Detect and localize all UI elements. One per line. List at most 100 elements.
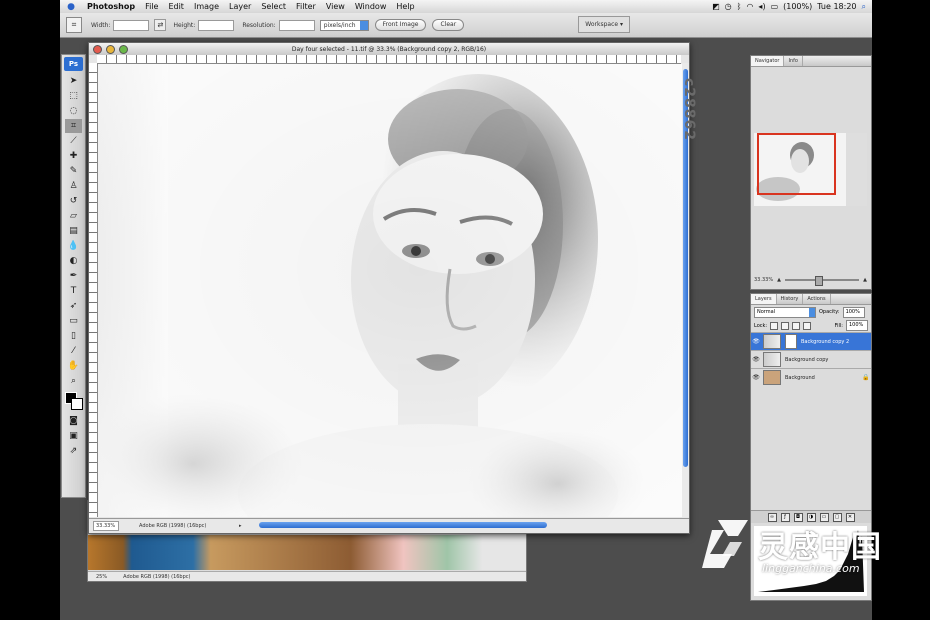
navigator-zoom-slider[interactable] bbox=[784, 276, 860, 286]
background-color[interactable] bbox=[70, 398, 83, 410]
menu-image[interactable]: Image bbox=[189, 2, 224, 11]
layer-row-background[interactable]: 👁 Background 🔒 bbox=[751, 368, 871, 386]
blur-tool-icon[interactable]: 💧 bbox=[65, 239, 82, 253]
tab-navigator[interactable]: Navigator bbox=[751, 56, 785, 66]
navigator-zoom-knob[interactable] bbox=[814, 276, 823, 286]
width-field[interactable] bbox=[113, 19, 150, 31]
marquee-tool-icon[interactable]: ⬚ bbox=[65, 89, 82, 103]
menu-select[interactable]: Select bbox=[256, 2, 291, 11]
brush-tool-icon[interactable]: ✎ bbox=[65, 164, 82, 178]
visibility-eye-icon[interactable]: 👁 bbox=[751, 338, 761, 345]
healing-brush-icon[interactable]: ✚ bbox=[65, 149, 82, 163]
layer-row-background-copy[interactable]: 👁 Background copy bbox=[751, 350, 871, 368]
visibility-eye-icon[interactable]: 👁 bbox=[751, 356, 761, 363]
document-window[interactable]: Day four selected - 11.tif @ 33.3% (Back… bbox=[88, 42, 690, 534]
zoom-out-icon[interactable]: ▲ bbox=[777, 277, 781, 283]
lock-position-icon[interactable] bbox=[792, 321, 801, 330]
lasso-tool-icon[interactable]: ◌ bbox=[65, 104, 82, 118]
color-swatches[interactable] bbox=[64, 392, 83, 410]
vertical-ruler[interactable] bbox=[89, 63, 98, 517]
menu-app-name[interactable]: Photoshop bbox=[82, 2, 140, 11]
background-document-zoom[interactable]: 25% bbox=[96, 574, 107, 580]
menu-window[interactable]: Window bbox=[350, 2, 392, 11]
battery-icon[interactable]: ▭ bbox=[771, 2, 779, 11]
fill-label: Fill: bbox=[834, 322, 843, 329]
menu-filter[interactable]: Filter bbox=[291, 2, 321, 11]
zoom-in-icon[interactable]: ▲ bbox=[863, 277, 867, 283]
horizontal-ruler[interactable] bbox=[97, 55, 681, 64]
volume-icon[interactable]: ◂) bbox=[758, 2, 765, 11]
crop-tool-preset-icon[interactable]: ⌗ bbox=[66, 17, 82, 33]
layers-tabs: Layers History Actions bbox=[751, 294, 871, 305]
height-field[interactable] bbox=[198, 19, 235, 31]
ps-logo-icon[interactable]: Ps bbox=[64, 57, 83, 71]
quick-mask-icon[interactable]: ◙ bbox=[65, 414, 82, 428]
resolution-field[interactable] bbox=[278, 19, 315, 31]
jump-to-imageready-icon[interactable]: ⇗ bbox=[65, 444, 82, 458]
tab-info[interactable]: Info bbox=[784, 56, 803, 66]
menubar-clock[interactable]: Tue 18:20 bbox=[817, 2, 856, 11]
fill-field[interactable]: 100% bbox=[846, 320, 868, 331]
blend-mode-select[interactable]: Normal bbox=[754, 306, 816, 318]
navigator-zoom-value[interactable]: 33.33% bbox=[754, 277, 773, 283]
layer-row-background-copy-2[interactable]: 👁 Background copy 2 bbox=[751, 332, 871, 350]
workspace-button[interactable]: Workspace ▾ bbox=[578, 16, 630, 33]
eraser-tool-icon[interactable]: ▱ bbox=[65, 209, 82, 223]
clone-stamp-icon[interactable]: ♙ bbox=[65, 179, 82, 193]
move-tool-icon[interactable]: ➤ bbox=[65, 74, 82, 88]
menu-help[interactable]: Help bbox=[391, 2, 419, 11]
spotlight-icon[interactable]: ⌕ bbox=[862, 2, 866, 12]
slice-tool-icon[interactable]: ⟋ bbox=[65, 134, 82, 148]
clock-icon[interactable]: ◷ bbox=[725, 2, 732, 11]
eyedropper-tool-icon[interactable]: ⁄ bbox=[65, 344, 82, 358]
lock-all-icon[interactable] bbox=[803, 321, 812, 330]
status-menu-arrow-icon[interactable]: ▸ bbox=[239, 523, 242, 529]
shape-tool-icon[interactable]: ▭ bbox=[65, 314, 82, 328]
hand-tool-icon[interactable]: ✋ bbox=[65, 359, 82, 373]
background-document-image bbox=[88, 535, 526, 570]
tab-history[interactable]: History bbox=[777, 294, 804, 304]
menu-file[interactable]: File bbox=[140, 2, 163, 11]
dodge-tool-icon[interactable]: ◐ bbox=[65, 254, 82, 268]
layer-lock-icon: 🔒 bbox=[862, 374, 870, 381]
gradient-tool-icon[interactable]: ▤ bbox=[65, 224, 82, 238]
front-image-button[interactable]: Front Image bbox=[374, 19, 427, 31]
menu-view[interactable]: View bbox=[321, 2, 350, 11]
wifi-icon[interactable]: ◠ bbox=[746, 2, 753, 11]
menu-layer[interactable]: Layer bbox=[224, 2, 256, 11]
bluetooth-icon[interactable]: ᛒ bbox=[737, 2, 742, 11]
side-watermark: c28862 bbox=[681, 78, 697, 142]
pen-tool-icon[interactable]: ✒ bbox=[65, 269, 82, 283]
navigator-view-proxy[interactable] bbox=[757, 133, 836, 195]
clear-button[interactable]: Clear bbox=[432, 19, 465, 31]
tab-actions[interactable]: Actions bbox=[803, 294, 831, 304]
tab-layers[interactable]: Layers bbox=[751, 294, 777, 304]
screen-mode-icon[interactable]: ▣ bbox=[65, 429, 82, 443]
swap-dimensions-icon[interactable]: ⇄ bbox=[154, 19, 167, 31]
path-selection-icon[interactable]: ➶ bbox=[65, 299, 82, 313]
document-zoom-field[interactable]: 33.33% bbox=[93, 521, 119, 531]
visibility-eye-icon[interactable]: 👁 bbox=[751, 374, 761, 381]
crop-tool-icon[interactable]: ⌗ bbox=[65, 119, 82, 133]
apple-menu-icon[interactable]: ● bbox=[60, 2, 82, 12]
type-tool-icon[interactable]: T bbox=[65, 284, 82, 298]
image-canvas[interactable] bbox=[98, 64, 682, 517]
horizontal-scroll-thumb[interactable] bbox=[259, 522, 547, 528]
document-info[interactable]: Adobe RGB (1998) (16bpc) bbox=[139, 523, 239, 529]
resolution-label: Resolution: bbox=[242, 21, 276, 29]
zoom-tool-icon[interactable]: ⌕ bbox=[65, 374, 82, 388]
menu-edit[interactable]: Edit bbox=[163, 2, 189, 11]
layer-mask-thumbnail[interactable] bbox=[785, 334, 797, 349]
navigator-zoom-row: 33.33% ▲ ▲ bbox=[754, 275, 867, 286]
notes-tool-icon[interactable]: ▯ bbox=[65, 329, 82, 343]
lock-transparency-icon[interactable] bbox=[770, 321, 779, 330]
adobe-icon[interactable]: ◩ bbox=[712, 2, 720, 11]
history-brush-icon[interactable]: ↺ bbox=[65, 194, 82, 208]
opacity-field[interactable]: 100% bbox=[842, 306, 865, 318]
navigator-thumbnail[interactable] bbox=[754, 133, 867, 206]
lock-pixels-icon[interactable] bbox=[781, 321, 790, 330]
resolution-unit-select[interactable]: pixels/inch bbox=[319, 19, 369, 31]
width-label: Width: bbox=[91, 21, 111, 29]
document-titlebar[interactable]: Day four selected - 11.tif @ 33.3% (Back… bbox=[89, 43, 689, 55]
lock-row: Lock: Fill: 100% bbox=[751, 319, 871, 332]
